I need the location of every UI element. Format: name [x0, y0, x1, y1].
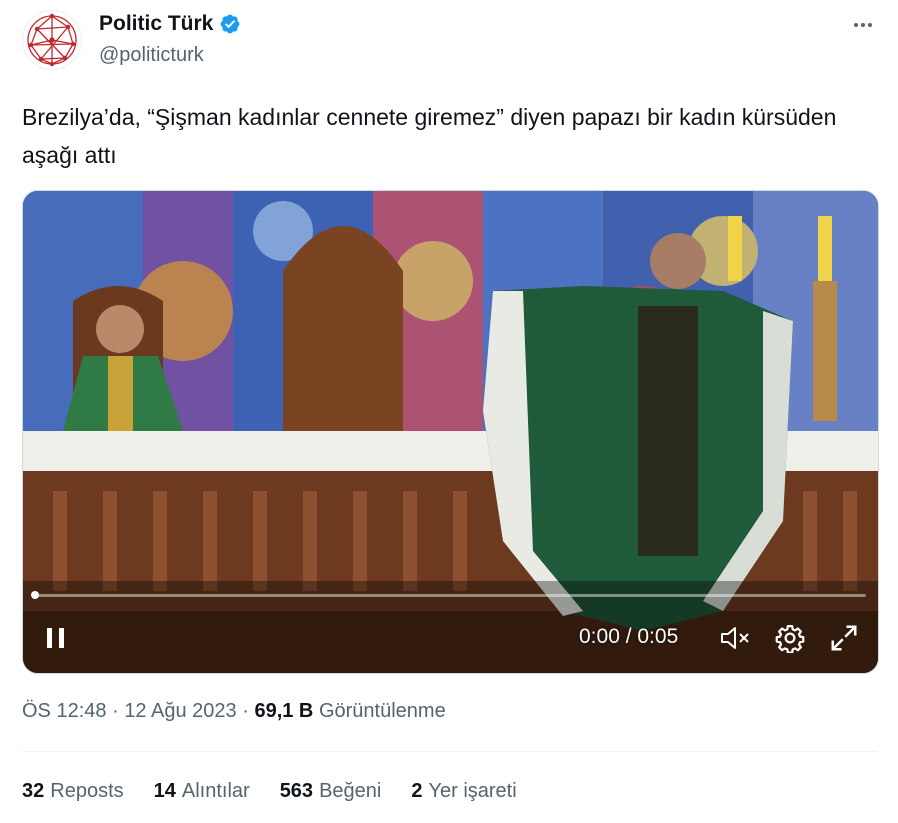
- pause-icon[interactable]: [43, 625, 69, 651]
- tweet-time[interactable]: ÖS 12:48: [22, 700, 107, 722]
- bookmarks-stat[interactable]: 2 Yer işareti: [411, 780, 516, 803]
- quotes-stat[interactable]: 14 Alıntılar: [154, 780, 250, 803]
- settings-icon[interactable]: [775, 623, 805, 653]
- author-name-row: Politic Türk: [99, 12, 241, 36]
- views-label: Görüntülenme: [318, 700, 446, 722]
- dot-icon: [861, 23, 865, 27]
- tweet-date[interactable]: 12 Ağu 2023: [124, 700, 236, 722]
- mute-icon[interactable]: [719, 623, 751, 653]
- likes-stat[interactable]: 563 Beğeni: [280, 780, 382, 803]
- meta-separator: ·: [112, 700, 119, 722]
- video-frame: [23, 191, 878, 673]
- video-time: 0:00 / 0:05: [579, 625, 679, 648]
- avatar[interactable]: [22, 10, 82, 70]
- meta-separator: ·: [242, 700, 249, 722]
- video-controls: 0:00 / 0:05: [23, 611, 878, 665]
- engagement-stats: 32 Reposts 14 Alıntılar 563 Beğeni 2 Yer işa…: [22, 780, 517, 803]
- author-display-name[interactable]: Politic Türk: [99, 12, 213, 36]
- tweet-text: Brezilya’da, “Şişman kadınlar cennete gi…: [22, 104, 837, 168]
- reposts-stat[interactable]: 32 Reposts: [22, 780, 124, 803]
- dot-icon: [854, 23, 858, 27]
- fullscreen-icon[interactable]: [829, 623, 859, 653]
- author-handle[interactable]: @politicturk: [99, 44, 204, 67]
- views-count: 69,1 B: [254, 700, 314, 722]
- verified-badge-icon[interactable]: [219, 13, 241, 35]
- video-progress-handle[interactable]: [31, 591, 39, 599]
- video-progress-bar[interactable]: [31, 591, 866, 599]
- dot-icon: [868, 23, 872, 27]
- more-options-button[interactable]: [848, 12, 878, 38]
- politicturk-logo: [27, 13, 77, 67]
- tweet-meta: ÖS 12:48 · 12 Ağu 2023 · 69,1 B Görüntül…: [22, 700, 446, 723]
- video-player[interactable]: 0:00 / 0:05: [22, 190, 879, 674]
- divider: [22, 751, 877, 752]
